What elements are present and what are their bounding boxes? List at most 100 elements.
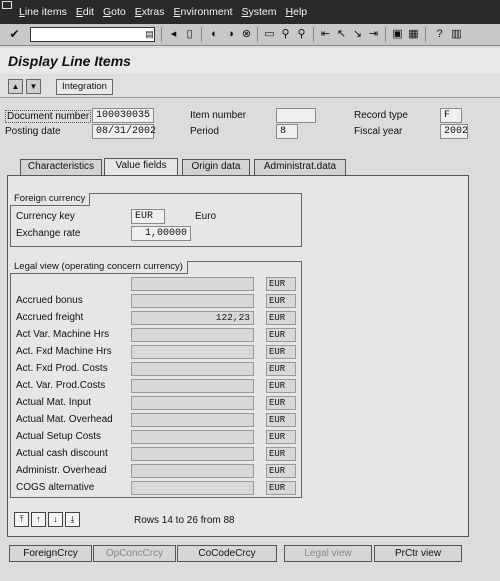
next-item-button[interactable]: ▼ (26, 79, 41, 94)
command-history-icon[interactable]: ▤ (142, 27, 157, 42)
document-number-field[interactable]: 100030035 (92, 108, 154, 123)
tab-administrat-data[interactable]: Administrat.data (254, 159, 346, 175)
value-field-label: Act. Fxd Machine Hrs (16, 346, 112, 357)
tab-characteristics[interactable]: Characteristics (20, 159, 102, 175)
value-field-amount[interactable] (131, 481, 254, 495)
cancel-icon[interactable]: ⊗ (239, 27, 254, 42)
period-label: Period (190, 126, 219, 137)
previous-item-button[interactable]: ▲ (8, 79, 23, 94)
system-toolbar: ✔ ▤ ◂ ▯ ◐ ◑ ⊗ ▭ ⚲ ⚲ ⇤ ↖ ↘ ⇥ ▣ ▦ ? ▥ (0, 24, 500, 46)
op-conc-crcy-button[interactable]: OpConcCrcy (93, 545, 176, 562)
co-code-crcy-button[interactable]: CoCodeCrcy (177, 545, 277, 562)
value-field-amount[interactable] (131, 362, 254, 376)
value-field-currency[interactable]: EUR (266, 277, 296, 291)
posting-date-field[interactable]: 08/31/2002 (92, 124, 156, 139)
value-field-label: Actual cash discount (16, 448, 108, 459)
item-number-field[interactable] (276, 108, 316, 123)
last-page-icon[interactable]: ⇥ (366, 27, 381, 42)
find-next-icon[interactable]: ⚲ (294, 27, 309, 42)
menu-system[interactable]: System (242, 6, 277, 18)
next-page-icon[interactable]: ↓ (48, 512, 63, 527)
first-page-icon[interactable]: ⤒ (14, 512, 29, 527)
customize-layout-icon[interactable]: ▥ (449, 27, 464, 42)
value-field-label: COGS alternative (16, 482, 95, 493)
value-field-label: Accrued bonus (16, 295, 83, 306)
currency-key-field[interactable]: EUR (131, 209, 165, 224)
currency-key-label: Currency key (16, 211, 75, 222)
value-field-amount[interactable] (131, 447, 254, 461)
value-field-amount[interactable] (131, 430, 254, 444)
legal-view-button[interactable]: Legal view (284, 545, 372, 562)
value-field-currency[interactable]: EUR (266, 311, 296, 325)
value-field-currency[interactable]: EUR (266, 294, 296, 308)
period-field[interactable]: 8 (276, 124, 298, 139)
value-field-amount[interactable] (131, 294, 254, 308)
prctr-view-button[interactable]: PrCtr view (374, 545, 462, 562)
prev-page-icon[interactable]: ↖ (334, 27, 349, 42)
document-number-label: Document number (5, 110, 92, 123)
value-field-label: Accrued freight (16, 312, 84, 323)
value-field-currency[interactable]: EUR (266, 345, 296, 359)
value-field-amount[interactable] (131, 379, 254, 393)
save-icon[interactable]: ◂ (166, 27, 181, 42)
value-field-label: Act. Fxd Prod. Costs (16, 363, 108, 374)
menu-goto[interactable]: Goto (103, 6, 126, 18)
foreign-currency-title: Foreign currency (10, 193, 91, 206)
menu-environment[interactable]: Environment (174, 6, 233, 18)
menu-edit[interactable]: Edit (76, 6, 94, 18)
value-field-currency[interactable]: EUR (266, 447, 296, 461)
value-field-currency[interactable]: EUR (266, 396, 296, 410)
back-nav-icon[interactable]: ◐ (207, 27, 222, 42)
record-type-label: Record type (354, 110, 408, 121)
value-field-amount[interactable] (131, 345, 254, 359)
value-field-amount[interactable]: 122,23 (131, 311, 254, 325)
menu-help[interactable]: Help (286, 6, 308, 18)
value-field-currency[interactable]: EUR (266, 328, 296, 342)
find-icon[interactable]: ⚲ (278, 27, 293, 42)
fiscal-year-field[interactable]: 2002 (440, 124, 468, 139)
menu-extras[interactable]: Extras (135, 6, 165, 18)
record-type-field[interactable]: F (440, 108, 462, 123)
exchange-rate-label: Exchange rate (16, 228, 81, 239)
value-field-currency[interactable]: EUR (266, 464, 296, 478)
new-session-icon[interactable]: ▣ (390, 27, 405, 42)
legal-view-title: Legal view (operating concern currency) (10, 261, 188, 274)
value-field-currency[interactable]: EUR (266, 481, 296, 495)
rows-info: Rows 14 to 26 from 88 (134, 515, 235, 526)
value-field-amount[interactable] (131, 413, 254, 427)
shortcut-icon[interactable]: ▦ (406, 27, 421, 42)
application-toolbar: ▲ ▼ Integration (0, 76, 500, 98)
integration-button[interactable]: Integration (56, 79, 113, 95)
menu-line-items[interactable]: Line items (19, 6, 67, 18)
exchange-rate-field[interactable]: 1,00000 (131, 226, 191, 241)
print-icon[interactable]: ▭ (262, 27, 277, 42)
next-page-icon[interactable]: ↘ (350, 27, 365, 42)
prev-page-icon[interactable]: ↑ (31, 512, 46, 527)
system-menu-icon[interactable] (2, 1, 12, 9)
value-field-amount[interactable] (131, 328, 254, 342)
tab-origin-data[interactable]: Origin data (182, 159, 250, 175)
fiscal-year-label: Fiscal year (354, 126, 403, 137)
value-field-label: Actual Mat. Overhead (16, 414, 113, 425)
menu-bar: Line items Edit Goto Extras Environment … (0, 0, 500, 24)
value-field-amount[interactable] (131, 464, 254, 478)
value-field-currency[interactable]: EUR (266, 362, 296, 376)
posting-date-label: Posting date (5, 126, 61, 137)
exit-icon[interactable]: ◑ (223, 27, 238, 42)
first-page-icon[interactable]: ⇤ (318, 27, 333, 42)
tab-value-fields[interactable]: Value fields (104, 158, 178, 175)
value-field-label: Actual Setup Costs (16, 431, 102, 442)
foreign-crcy-button[interactable]: ForeignCrcy (9, 545, 92, 562)
value-field-label: Act Var. Machine Hrs (16, 329, 110, 340)
enter-icon[interactable]: ✔ (7, 27, 22, 42)
command-field[interactable] (30, 27, 155, 42)
value-field-amount[interactable] (131, 396, 254, 410)
value-field-currency[interactable]: EUR (266, 379, 296, 393)
item-number-label: Item number (190, 110, 247, 121)
back-icon[interactable]: ▯ (182, 27, 197, 42)
help-icon[interactable]: ? (432, 27, 447, 42)
value-field-currency[interactable]: EUR (266, 430, 296, 444)
value-field-amount[interactable] (131, 277, 254, 291)
last-page-icon[interactable]: ⤓ (65, 512, 80, 527)
value-field-currency[interactable]: EUR (266, 413, 296, 427)
